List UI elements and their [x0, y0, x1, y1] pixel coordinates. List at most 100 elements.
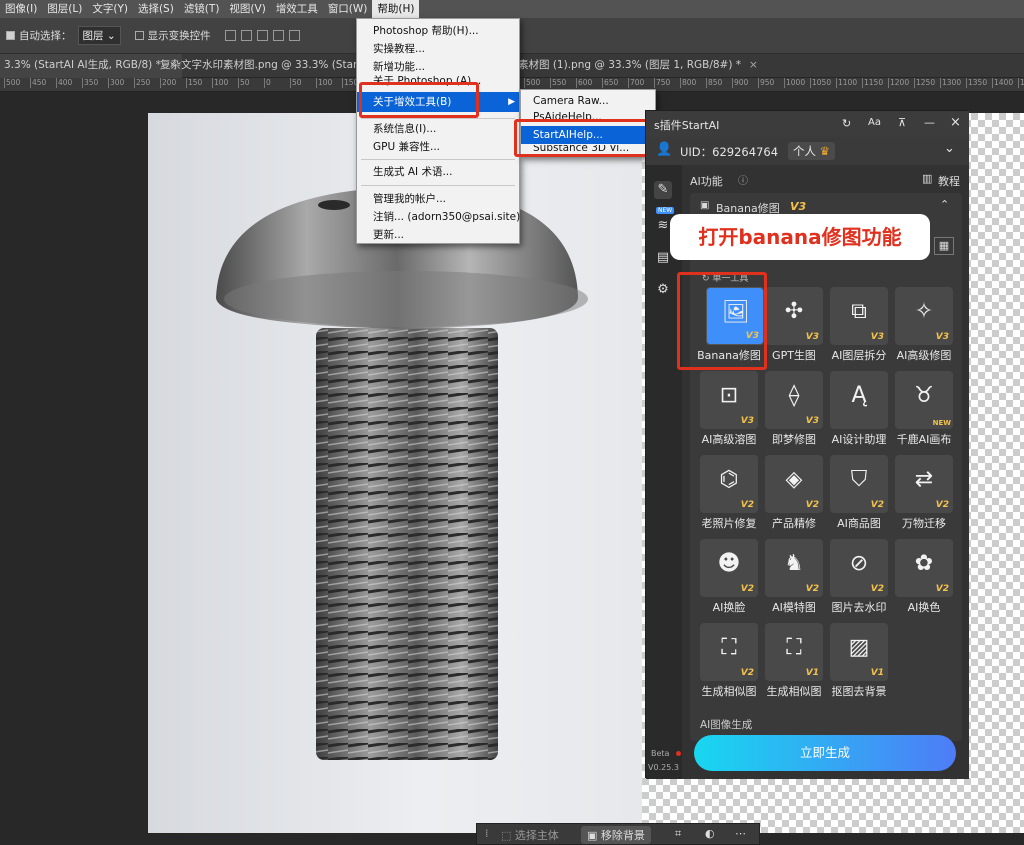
tool-tile[interactable]: ✿ V2	[895, 539, 953, 597]
tool-tile[interactable]: ⛶ V2	[700, 623, 758, 681]
tool-15[interactable]: ✿ V2 AI换色	[895, 539, 953, 621]
tool-version-badge: V2	[870, 584, 884, 594]
align-top-icon[interactable]	[272, 30, 284, 41]
submenu-item-camera-raw[interactable]: Camera Raw...	[521, 92, 655, 110]
tool-12[interactable]: ☻ V2 AI换脸	[700, 539, 758, 621]
menu-type[interactable]: 文字(Y)	[87, 0, 133, 18]
tool-tile[interactable]: ♞ V2	[765, 539, 823, 597]
crop-icon[interactable]: ⌗	[675, 827, 681, 841]
align-left-icon[interactable]	[224, 30, 236, 41]
tab-doc-1[interactable]: 3.3% (StartAI AI生成, RGB/8) * ×	[0, 54, 182, 78]
align-right-icon[interactable]	[256, 30, 268, 41]
tutorial-link[interactable]: 教程	[938, 173, 960, 189]
tool-tile[interactable]: Ą	[830, 371, 888, 429]
tool-4[interactable]: ⊡ V3 AI高级溶图	[700, 371, 758, 453]
submenu-arrow-icon: ▶	[508, 97, 515, 107]
tool-8[interactable]: ⌬ V2 老照片修复	[700, 455, 758, 537]
drag-handle-icon[interactable]: ⁞	[485, 827, 489, 840]
close-icon[interactable]: ×	[950, 115, 961, 130]
tool-16[interactable]: ⛶ V2 生成相似图	[700, 623, 758, 705]
menu-item-tutorials[interactable]: 实操教程...	[357, 40, 519, 58]
select-subject-button[interactable]: ⬚ 选择主体	[501, 827, 559, 843]
tool-label: AI换色	[907, 601, 941, 614]
generate-button[interactable]: 立即生成	[694, 735, 956, 771]
tool-tile[interactable]: ✣ V3	[765, 287, 823, 345]
book-icon[interactable]: ▥	[922, 172, 932, 185]
menu-item-sign-out[interactable]: 注销... (adorn350@psai.site)	[357, 208, 520, 226]
settings-icon[interactable]: ⚙	[654, 281, 672, 299]
tool-14[interactable]: ⊘ V2 图片去水印	[830, 539, 888, 621]
tool-2[interactable]: ⧉ V3 AI图层拆分	[830, 287, 888, 369]
tool-6[interactable]: Ą AI设计助理	[830, 371, 888, 453]
more-icon[interactable]: ⋯	[735, 827, 746, 840]
ruler-tick: 1300	[940, 78, 962, 88]
auto-select-checkbox[interactable]	[6, 31, 15, 40]
ruler-tick: 1400	[992, 78, 1014, 88]
ruler-tick: 0	[264, 78, 271, 88]
menu-item-genai-terms[interactable]: 生成式 AI 术语...	[357, 163, 519, 181]
menu-item-system-info[interactable]: 系统信息(I)...	[357, 120, 519, 138]
menu-bar: 图像(I) 图层(L) 文字(Y) 选择(S) 滤镜(T) 视图(V) 增效工具…	[0, 0, 1024, 18]
show-transform-checkbox[interactable]	[134, 31, 144, 40]
beta-dot	[676, 751, 681, 756]
tool-tile[interactable]: ⛉ V2	[830, 455, 888, 513]
tool-tile[interactable]: ♉ NEW	[895, 371, 953, 429]
tool-tile[interactable]: ▨ V1	[830, 623, 888, 681]
tool-18[interactable]: ▨ V1 抠图去背景	[830, 623, 888, 705]
tool-tile[interactable]: ⛶ V1	[765, 623, 823, 681]
tool-tile[interactable]: ◈ V2	[765, 455, 823, 513]
font-size-icon[interactable]: Aa	[868, 117, 881, 128]
tool-13[interactable]: ♞ V2 AI模特图	[765, 539, 823, 621]
menu-window[interactable]: 窗口(W)	[323, 0, 373, 18]
close-icon[interactable]: ×	[749, 59, 758, 71]
align-center-icon[interactable]	[240, 30, 252, 41]
adjust-icon[interactable]: ◐	[705, 827, 715, 840]
menu-layer[interactable]: 图层(L)	[42, 0, 87, 18]
tab-doc-3[interactable]: 素材图 (1).png @ 33.3% (图层 1, RGB/8#) * ×	[514, 54, 762, 78]
remove-bg-icon: ▨	[848, 635, 870, 660]
pin-icon[interactable]: ⊼	[898, 116, 906, 129]
tool-tile[interactable]: ☻ V2	[700, 539, 758, 597]
tool-tile[interactable]: ⌬ V2	[700, 455, 758, 513]
minimize-icon[interactable]: —	[924, 116, 935, 129]
menu-filter[interactable]: 滤镜(T)	[179, 0, 225, 18]
remove-bg-button[interactable]: ▣ 移除背景	[581, 826, 651, 844]
menu-image[interactable]: 图像(I)	[0, 0, 42, 18]
menu-help[interactable]: 帮助(H)	[372, 0, 420, 18]
tool-1[interactable]: ✣ V3 GPT生图	[765, 287, 823, 369]
contextual-task-bar: ⁞ ⬚ 选择主体 ▣ 移除背景 ⌗ ◐ ⋯	[476, 823, 760, 845]
tool-10[interactable]: ⛉ V2 AI商品图	[830, 455, 888, 537]
edit-icon[interactable]: ✎	[654, 181, 672, 199]
info-icon[interactable]: ⓘ	[738, 172, 748, 187]
layer-select[interactable]: 图层 ⌄	[77, 26, 121, 45]
tool-label: 老照片修复	[701, 517, 757, 530]
tool-17[interactable]: ⛶ V1 生成相似图	[765, 623, 823, 705]
menu-item-photoshop-help[interactable]: Photoshop 帮助(H)...	[357, 22, 519, 40]
tool-11[interactable]: ⇄ V2 万物迁移	[895, 455, 953, 537]
tool-tile[interactable]: ⇄ V2	[895, 455, 953, 513]
menu-item-update[interactable]: 更新...	[357, 226, 519, 244]
tool-label: AI高级溶图	[701, 433, 757, 446]
menu-plugins[interactable]: 增效工具	[271, 0, 323, 18]
grid-view-icon[interactable]: ▦	[934, 237, 954, 255]
menu-item-gpu[interactable]: GPU 兼容性...	[357, 138, 519, 156]
refresh-icon[interactable]: ↻	[842, 117, 851, 130]
align-middle-icon[interactable]	[288, 30, 300, 41]
tool-tile[interactable]: ⧉ V3	[830, 287, 888, 345]
menu-view[interactable]: 视图(V)	[224, 0, 270, 18]
chevron-down-icon[interactable]: ⌄	[944, 141, 955, 156]
annotation-label: 打开banana修图功能	[670, 214, 930, 260]
tool-version-badge: V2	[935, 584, 949, 594]
tab-doc-2[interactable]: 复杂文字水印素材图.png @ 33.3% (StartAI	[156, 54, 376, 78]
tool-tile[interactable]: ⊡ V3	[700, 371, 758, 429]
menu-select[interactable]: 选择(S)	[133, 0, 179, 18]
tool-9[interactable]: ◈ V2 产品精修	[765, 455, 823, 537]
tool-tile[interactable]: ⟠ V3	[765, 371, 823, 429]
tool-3[interactable]: ✧ V3 AI高级修图	[895, 287, 953, 369]
tool-tile[interactable]: ⊘ V2	[830, 539, 888, 597]
chevron-up-icon[interactable]: ⌃	[940, 198, 949, 211]
tool-7[interactable]: ♉ NEW 千鹿AI画布	[895, 371, 953, 453]
tool-tile[interactable]: ✧ V3	[895, 287, 953, 345]
tool-5[interactable]: ⟠ V3 即梦修图	[765, 371, 823, 453]
menu-item-manage-account[interactable]: 管理我的帐户...	[357, 190, 519, 208]
